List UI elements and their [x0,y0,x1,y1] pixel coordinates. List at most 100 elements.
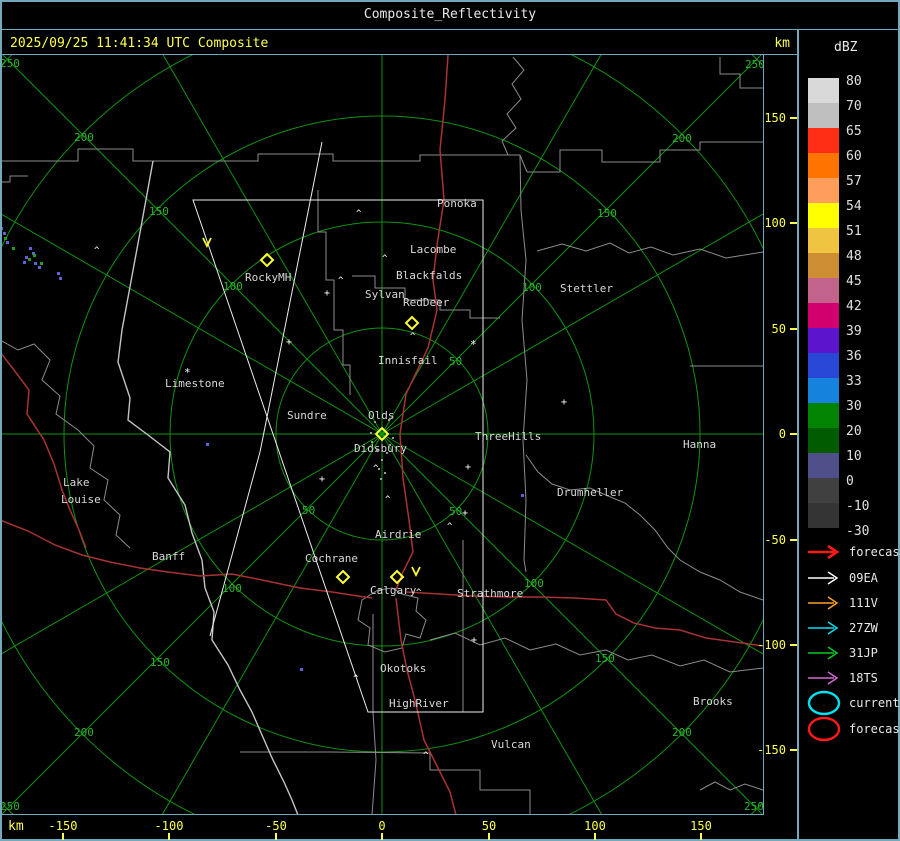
city-label-Banff: Banff [152,550,185,563]
plus-marker-1: + [324,288,330,299]
county-boundary-0 [2,149,527,172]
dbz-label-65: 65 [846,125,862,138]
ring-label-100-10: 100 [222,582,242,595]
ring-label-150-5: 150 [597,207,617,220]
legend-symbol-ellipse-forecast-7 [805,715,847,743]
window-border-top [0,0,900,2]
ring-label-250-0: 250 [2,57,20,70]
ring-label-150-11: 150 [150,656,170,669]
legend-symbol-ellipse-current-6 [805,689,847,717]
radial-225 [2,434,382,814]
dbz-label-80: 80 [846,75,862,88]
echo-blue-7 [34,262,37,265]
x-axis-label--150: -150 [33,819,93,833]
dbz-block-65 [808,128,839,153]
caret-marker-3: ^ [338,276,344,286]
x-axis-label-150: 150 [671,819,731,833]
dbz-block-57 [808,178,839,203]
dbz-label-end: -30 [846,525,869,538]
legend-symbol-arrow-111V-2 [805,589,847,617]
dbz-block-39 [808,328,839,353]
city-label-Cochrane: Cochrane [305,552,358,565]
echo-blue-11 [206,443,209,446]
ground-clutter-3 [392,437,394,439]
dbz-block-54 [808,203,839,228]
ring-label-150-16: 150 [595,652,615,665]
city-label-Drumheller: Drumheller [557,486,624,499]
dbz-label-10: 10 [846,450,862,463]
plus-marker-5: + [462,508,468,519]
dbz-block-60 [808,153,839,178]
dbz-block-45 [808,278,839,303]
legend-symbol-arrow-09EA-1 [805,564,847,592]
county-boundary-2 [520,155,527,572]
y-axis-tick-100 [790,222,797,224]
map-bottom-border [2,814,764,815]
dbz-label-42: 42 [846,300,862,313]
dbz-block-30 [808,403,839,428]
county-boundary-14 [2,340,130,548]
city-label-Calgary: Calgary [370,584,417,597]
caret-marker-1: ^ [356,209,362,219]
dbz-label-48: 48 [846,250,862,263]
legend-label-09EA-1: 09EA [849,571,878,585]
echo-green-4 [40,262,43,265]
dbz-label-36: 36 [846,350,862,363]
highway-3 [406,592,763,646]
ring-label-100-15: 100 [524,577,544,590]
radar-map[interactable]: 2502001501001001502002505050100150200250… [2,55,763,814]
county-boundary-1 [527,142,763,172]
y-axis-label--150: -150 [746,743,786,757]
dbz-label-70: 70 [846,100,862,113]
echo-green-2 [33,254,36,257]
city-label-Sylvan: Sylvan [365,288,405,301]
legend-label-18TS-5: 18TS [849,671,878,685]
city-label-Blackfalds: Blackfalds [396,269,462,282]
city-label-Didsbury: Didsbury [354,442,407,455]
legend-label-31JP-4: 31JP [849,646,878,660]
y-axis-tick--100 [790,644,797,646]
city-label-Okotoks: Okotoks [380,662,426,675]
highway-0 [396,55,448,590]
city-label-Stettler: Stettler [560,282,613,295]
legend-label-27ZW-3: 27ZW [849,621,878,635]
legend-symbol-arrow-31JP-4 [805,639,847,667]
legend-symbol-arrow-18TS-5 [805,664,847,692]
dbz-block-20 [808,428,839,453]
radar-window: Composite_Reflectivity 2025/09/25 11:41:… [0,0,900,841]
plus-marker-2: + [319,474,325,485]
echo-blue-1 [3,232,6,235]
echo-blue-3 [29,247,32,250]
plus-marker-3: + [561,397,567,408]
dbz-block-10 [808,453,839,478]
city-label-HighRiver: HighRiver [389,697,449,710]
dbz-label-45: 45 [846,275,862,288]
x-axis-tick-150 [700,833,702,840]
city-label-RedDeer: RedDeer [403,296,450,309]
ellipse-shape [809,718,839,740]
y-axis-label--50: -50 [746,533,786,547]
y-axis-tick--150 [790,749,797,751]
echo-blue-13 [300,668,303,671]
star-marker-1: * [470,338,477,351]
city-label-ThreeHills: ThreeHills [475,430,541,443]
legend-label-forecast-0: forecast [849,545,900,559]
dbz-label-51: 51 [846,225,862,238]
echo-blue-10 [59,277,62,280]
y-axis-label-150: 150 [746,111,786,125]
city-label-Olds: Olds [368,409,395,422]
ring-label-200-12: 200 [74,726,94,739]
y-axis-label-0: 0 [746,427,786,441]
city-label-Lake: Lake [63,476,90,489]
county-boundary-17 [2,176,28,182]
y-axis-tick-50 [790,328,797,330]
city-label-RockyMH: RockyMH [245,271,291,284]
city-label-Airdrie: Airdrie [375,528,421,541]
x-axis-label-0: 0 [352,819,412,833]
x-axis-tick--150 [62,833,64,840]
plus-marker-4: + [465,462,471,473]
caret-marker-6: ^ [385,495,391,505]
city-label-Lacombe: Lacombe [410,243,456,256]
caret-marker-0: ^ [94,246,100,256]
legend-label-current-6: current [849,696,900,710]
